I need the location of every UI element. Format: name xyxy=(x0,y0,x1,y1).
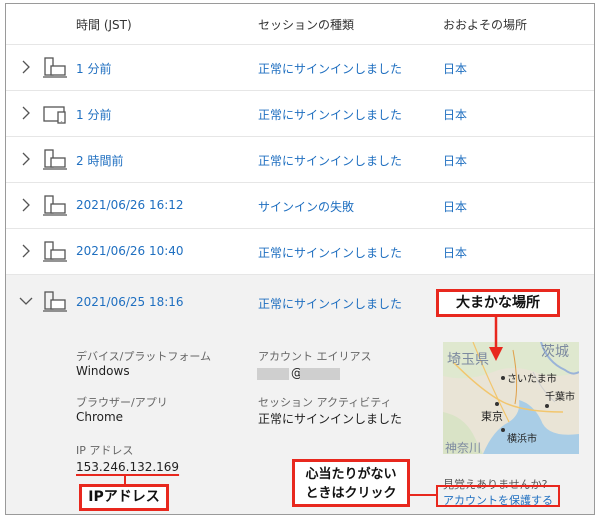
table-header: 時間 (JST) セッションの種類 おおよその場所 xyxy=(6,4,594,44)
callout-rough-location: 大まかな場所 xyxy=(436,289,560,317)
row-session-type: サインインの失敗 xyxy=(258,200,355,214)
row-location: 日本 xyxy=(443,246,468,260)
account-alias-label: アカウント エイリアス xyxy=(258,350,372,363)
desktop-icon xyxy=(43,241,67,262)
chevron-down-icon[interactable] xyxy=(18,293,34,309)
row-location: 日本 xyxy=(443,200,468,214)
chevron-right-icon[interactable] xyxy=(18,197,34,213)
session-activity-value: 正常にサインインしました xyxy=(258,412,403,426)
location-map[interactable]: 埼玉県 茨城 さいたま市 千葉市 東京 横浜市 神奈川 xyxy=(443,342,579,454)
row-time: 1 分前 xyxy=(76,108,112,122)
row-time: 2021/06/26 10:40 xyxy=(76,244,184,258)
row-session-type: 正常にサインインしました xyxy=(258,62,403,76)
chevron-right-icon[interactable] xyxy=(18,105,34,121)
chevron-right-icon[interactable] xyxy=(18,151,34,167)
row-location: 日本 xyxy=(443,62,468,76)
row-session-type: 正常にサインインしました xyxy=(258,297,403,311)
desktop-icon xyxy=(43,57,67,78)
map-label-saitama-city: さいたま市 xyxy=(507,372,557,385)
redacted-block xyxy=(300,368,340,380)
browser-label: ブラウザー/アプリ xyxy=(76,396,168,409)
session-activity-label: セッション アクティビティ xyxy=(258,396,392,409)
activity-row[interactable]: 2 時間前 正常にサインインしました 日本 xyxy=(6,136,594,182)
chevron-right-icon[interactable] xyxy=(18,59,34,75)
callout-ip-address: IPアドレス xyxy=(79,484,169,511)
row-session-type: 正常にサインインしました xyxy=(258,246,403,260)
desktop-icon xyxy=(43,195,67,216)
map-label-kanagawa: 神奈川 xyxy=(445,441,481,454)
desktop-icon xyxy=(43,149,67,170)
callout-click-hint: 心当たりがない ときはクリック xyxy=(292,459,410,507)
row-session-type: 正常にサインインしました xyxy=(258,154,403,168)
row-time: 2 時間前 xyxy=(76,154,124,168)
row-location: 日本 xyxy=(443,108,468,122)
ip-address-value: 153.246.132.169 xyxy=(76,460,180,474)
browser-value: Chrome xyxy=(76,410,124,424)
device-platform-label: デバイス/プラットフォーム xyxy=(76,350,212,363)
tablet-icon xyxy=(43,106,66,124)
chevron-right-icon[interactable] xyxy=(18,243,34,259)
row-time: 1 分前 xyxy=(76,62,112,76)
activity-row[interactable]: 1 分前 正常にサインインしました 日本 xyxy=(6,44,594,90)
callout-connector xyxy=(410,494,436,496)
header-session-type: セッションの種類 xyxy=(258,18,355,32)
device-platform-value: Windows xyxy=(76,364,130,378)
map-label-yokohama: 横浜市 xyxy=(507,432,537,445)
row-time: 2021/06/25 18:16 xyxy=(76,295,184,309)
arrow-down-icon xyxy=(489,317,503,361)
click-hint-line2: ときはクリック xyxy=(305,486,397,501)
desktop-icon xyxy=(43,291,67,312)
row-time: 2021/06/26 16:12 xyxy=(76,198,184,212)
activity-row[interactable]: 1 分前 正常にサインインしました 日本 xyxy=(6,90,594,136)
row-session-type: 正常にサインインしました xyxy=(258,108,403,122)
redacted-block xyxy=(257,368,289,380)
map-label-ibaraki: 茨城 xyxy=(541,344,569,360)
map-label-chiba: 千葉市 xyxy=(545,390,575,403)
ip-address-label: IP アドレス xyxy=(76,444,134,457)
sign-in-activity-panel: 時間 (JST) セッションの種類 おおよその場所 1 分前 正常にサインインし… xyxy=(5,3,595,515)
header-time: 時間 (JST) xyxy=(76,18,132,32)
activity-row[interactable]: 2021/06/26 16:12 サインインの失敗 日本 xyxy=(6,182,594,228)
map-label-tokyo: 東京 xyxy=(481,409,503,423)
row-location: 日本 xyxy=(443,154,468,168)
header-location: おおよその場所 xyxy=(443,18,528,32)
activity-row[interactable]: 2021/06/26 10:40 正常にサインインしました 日本 xyxy=(6,228,594,274)
map-label-saitama-pref: 埼玉県 xyxy=(447,352,489,368)
click-hint-line1: 心当たりがない xyxy=(305,467,397,482)
protect-link-highlight xyxy=(436,485,560,507)
